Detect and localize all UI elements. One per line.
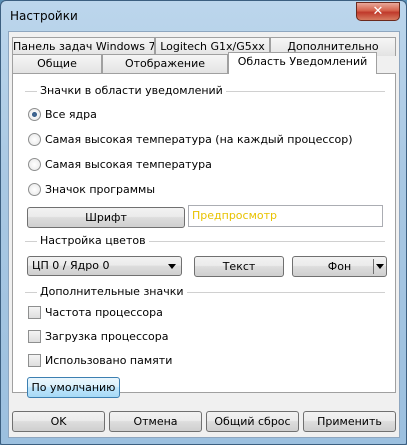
tab-display[interactable]: Отображение [102, 54, 228, 73]
group-label-colors: Настройка цветов [37, 234, 149, 247]
group-label-notification-icons: Значки в области уведомлений [37, 84, 226, 97]
radio-program-icon[interactable]: Значок программы [28, 183, 155, 196]
radio-label: Самая высокая температура (на каждый про… [45, 133, 353, 146]
radio-indicator[interactable] [28, 133, 41, 146]
group-label-extra-icons: Дополнительные значки [37, 285, 187, 298]
checkbox-indicator[interactable] [28, 354, 41, 367]
radio-label: Самая высокая температура [45, 158, 212, 171]
checkbox-label: Частота процессора [45, 306, 163, 319]
cancel-button[interactable]: Отмена [109, 411, 202, 432]
apply-button[interactable]: Применить [303, 411, 396, 432]
title-bar[interactable]: Настройки ✕ [1, 1, 406, 31]
close-icon: ✕ [372, 4, 384, 19]
radio-label: Все ядра [45, 108, 97, 121]
checkbox-cpu-load[interactable]: Загрузка процессора [28, 330, 169, 343]
restore-defaults-button[interactable]: По умолчанию [27, 377, 120, 398]
tab-notification-area[interactable]: Область Уведомлений [228, 52, 377, 74]
checkbox-indicator[interactable] [28, 330, 41, 343]
radio-indicator[interactable] [28, 108, 41, 121]
notification-area-panel: Значки в области уведомлений Все ядра Са… [12, 73, 396, 398]
core-select[interactable]: ЦП 0 / Ядро 0 [27, 256, 182, 276]
window-title: Настройки [10, 9, 78, 23]
radio-label: Значок программы [45, 183, 156, 196]
reset-all-button[interactable]: Общий сброс [206, 411, 299, 432]
checkbox-memory-used[interactable]: Использовано памяти [28, 354, 172, 367]
core-select-value: ЦП 0 / Ядро 0 [32, 259, 110, 272]
radio-highest-temp-per-cpu[interactable]: Самая высокая температура (на каждый про… [28, 133, 353, 146]
tab-general[interactable]: Общие [12, 54, 102, 73]
font-button[interactable]: Шрифт [27, 207, 185, 228]
split-divider [373, 259, 374, 274]
text-color-button[interactable]: Текст [194, 256, 284, 277]
background-color-label: Фон [327, 260, 352, 273]
chevron-down-icon[interactable] [376, 264, 384, 269]
footer-buttons: OK Отмена Общий сброс Применить [9, 400, 399, 437]
radio-indicator[interactable] [28, 158, 41, 171]
checkbox-label: Загрузка процессора [45, 330, 169, 343]
radio-highest-temp[interactable]: Самая высокая температура [28, 158, 212, 171]
font-preview: Предпросмотр [188, 205, 383, 227]
background-color-button[interactable]: Фон [292, 256, 387, 277]
radio-indicator[interactable] [28, 183, 41, 196]
chevron-down-icon [168, 264, 176, 269]
close-button[interactable]: ✕ [356, 2, 400, 21]
checkbox-indicator[interactable] [28, 306, 41, 319]
settings-window: Настройки ✕ Панель задач Windows 7 Logit… [0, 0, 407, 445]
checkbox-label: Использовано памяти [45, 354, 173, 367]
checkbox-cpu-frequency[interactable]: Частота процессора [28, 306, 163, 319]
ok-button[interactable]: OK [12, 411, 105, 432]
radio-all-cores[interactable]: Все ядра [28, 108, 97, 121]
dialog-client: Панель задач Windows 7 Logitech G1x/G5xx… [8, 31, 400, 438]
